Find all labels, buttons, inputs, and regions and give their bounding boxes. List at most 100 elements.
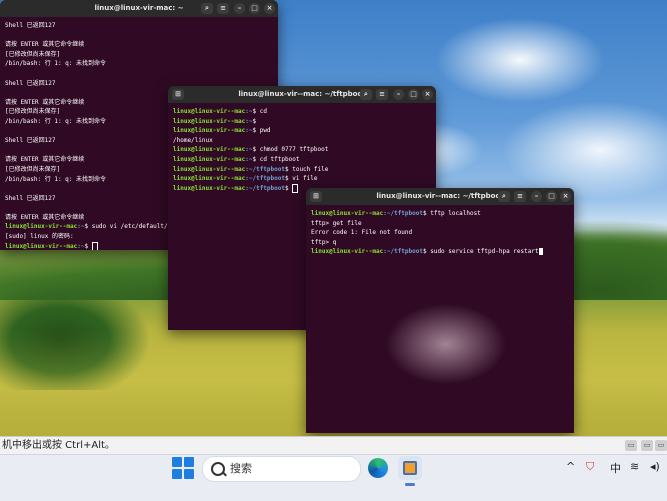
hint-text: 机中移出或按 Ctrl+Alt。 <box>2 440 115 451</box>
vm-release-hint-bar: 机中移出或按 Ctrl+Alt。 ▭ ▭ ▭ <box>0 436 667 455</box>
minimize-icon[interactable]: – <box>393 89 404 100</box>
terminal-window-tftp[interactable]: ⊞ linux@linux-vir--mac: ~/tftpboot ⌕ ≡ –… <box>306 188 574 433</box>
command-text: $ <box>252 117 257 125</box>
prompt-user: linux@linux-vir--mac <box>173 155 246 163</box>
maximize-icon[interactable]: □ <box>408 89 419 100</box>
prompt-user: linux@linux-vir--mac <box>173 165 246 173</box>
hamburger-menu-icon[interactable]: ≡ <box>217 3 229 14</box>
vmware-app-icon[interactable] <box>398 456 422 480</box>
search-icon[interactable]: ⌕ <box>360 89 372 100</box>
wifi-icon[interactable]: ≋ <box>630 460 639 473</box>
search-placeholder: 搜索 <box>230 462 252 475</box>
prompt-user: linux@linux-vir--mac <box>5 223 78 231</box>
new-tab-icon[interactable]: ⊞ <box>172 89 184 100</box>
terminal-output[interactable]: linux@linux-vir--mac:~$ cd linux@linux-vi… <box>168 103 436 197</box>
terminal-line: linux@linux-vir--mac:~$ pwd <box>173 126 431 136</box>
terminal-line: linux@linux-vir--mac:~$ <box>173 117 431 127</box>
close-icon[interactable]: × <box>422 89 433 100</box>
output-text: 请按 ENTER 或其它命令继续 <box>5 213 85 221</box>
command-text: $ vi file <box>285 175 318 183</box>
output-text: Shell 已返回127 <box>5 22 56 29</box>
command-text: $ cd tftpboot <box>252 155 300 163</box>
terminal-line: /bin/bash: 行 1: q: 未找到命令 <box>5 59 273 69</box>
text-cursor <box>538 248 543 256</box>
search-icon[interactable]: ⌕ <box>201 3 213 14</box>
prompt-user: linux@linux-vir--mac <box>173 175 246 183</box>
prompt-user: linux@linux-vir--mac <box>173 146 246 154</box>
window-title: linux@linux-vir--mac: ~/tftpboot <box>238 90 366 98</box>
prompt-user: linux@linux-vir--mac <box>173 117 246 125</box>
prompt-user: linux@linux-vir--mac <box>173 108 246 115</box>
output-text: Shell 已返回127 <box>5 194 56 202</box>
window-title: linux@linux-vir--mac: ~/tftpboot <box>376 192 504 200</box>
close-icon[interactable]: × <box>560 191 571 202</box>
terminal-line: /home/linux <box>173 136 431 146</box>
prompt-path: :~/tftpboot <box>383 210 423 217</box>
speaker-icon[interactable]: ◂) <box>650 460 660 473</box>
window-titlebar[interactable]: ⊞ linux@linux-vir--mac: ~/tftpboot ⌕ ≡ –… <box>306 188 574 205</box>
terminal-line: linux@linux-vir--mac:~/tftpboot$ tftp lo… <box>311 209 569 219</box>
terminal-line: linux@linux-vir--mac:~/tftpboot$ touch f… <box>173 165 431 175</box>
maximize-icon[interactable]: □ <box>249 3 260 14</box>
output-text: 请按 ENTER 或其它命令继续 <box>5 98 85 106</box>
output-text: tftp> get file <box>311 219 362 227</box>
output-text: /bin/bash: 行 1: q: 未找到命令 <box>5 60 107 68</box>
taskbar-search-box[interactable]: 搜索 <box>202 456 361 482</box>
prompt-user: linux@linux-vir--mac <box>311 248 384 256</box>
output-text: Error code 1: File not found <box>311 229 413 237</box>
output-text: Shell 已返回127 <box>5 79 56 87</box>
terminal-line: Error code 1: File not found <box>311 228 569 238</box>
vm-device-icon[interactable]: ▭ <box>641 440 653 451</box>
terminal-line: linux@linux-vir--mac:~$ cd <box>173 107 431 117</box>
output-text: /home/linux <box>173 136 213 144</box>
terminal-line: Shell 已返回127 <box>5 21 273 31</box>
command-text: $ chmod 0777 tftpboot <box>252 146 329 154</box>
terminal-line: linux@linux-vir--mac:~/tftpboot$ vi file <box>173 174 431 184</box>
prompt-user: linux@linux-vir--mac <box>173 127 246 135</box>
vm-device-icon[interactable]: ▭ <box>625 440 637 451</box>
window-titlebar[interactable]: ⊞ linux@linux-vir--mac: ~/tftpboot ⌕ ≡ –… <box>168 86 436 103</box>
new-tab-icon[interactable]: ⊞ <box>310 191 322 202</box>
prompt-user: linux@linux-vir--mac <box>311 210 384 217</box>
prompt-path: :~/tftpboot <box>245 175 285 183</box>
screen-glare <box>346 288 546 428</box>
output-text: [已修改但尚未保存] <box>5 165 61 173</box>
terminal-line: tftp> get file <box>311 219 569 229</box>
command-text: $ touch file <box>285 165 329 173</box>
terminal-line: linux@linux-vir--mac:~$ chmod 0777 tftpb… <box>173 145 431 155</box>
output-text: [已修改但尚未保存] <box>5 50 61 58</box>
hamburger-menu-icon[interactable]: ≡ <box>514 191 526 202</box>
maximize-icon[interactable]: □ <box>546 191 557 202</box>
output-text: [sudo] linux 的密码: <box>5 233 74 241</box>
close-icon[interactable]: × <box>264 3 275 14</box>
edge-browser-icon[interactable] <box>368 458 388 478</box>
command-text: $ pwd <box>252 127 271 135</box>
terminal-line: linux@linux-vir--mac:~/tftpboot$ sudo se… <box>311 247 569 257</box>
output-text: 请按 ENTER 或其它命令继续 <box>5 41 85 49</box>
minimize-icon[interactable]: – <box>234 3 245 14</box>
output-text: Shell 已返回127 <box>5 137 56 145</box>
hamburger-menu-icon[interactable]: ≡ <box>376 89 388 100</box>
command-text: $ <box>285 184 293 192</box>
minimize-icon[interactable]: – <box>531 191 542 202</box>
command-text: $ cd <box>252 108 267 115</box>
prompt-user: linux@linux-vir--mac <box>173 184 246 192</box>
terminal-line: [已修改但尚未保存] <box>5 50 273 60</box>
terminal-line: 请按 ENTER 或其它命令继续 <box>5 40 273 50</box>
text-cursor <box>91 241 98 250</box>
output-text: [已修改但尚未保存] <box>5 108 61 116</box>
tray-overflow-caret-icon[interactable]: ^ <box>566 460 575 473</box>
output-text: tftp> q <box>311 238 337 246</box>
vm-device-icon[interactable]: ▭ <box>655 440 667 451</box>
terminal-output[interactable]: linux@linux-vir--mac:~/tftpboot$ tftp lo… <box>306 205 574 261</box>
search-icon[interactable]: ⌕ <box>498 191 510 202</box>
input-method-indicator[interactable]: 中 <box>610 460 621 476</box>
prompt-path: :~/tftpboot <box>245 184 285 192</box>
window-titlebar[interactable]: linux@linux-vir-mac: ~ ⌕ ≡ – □ × <box>0 0 278 17</box>
text-cursor <box>292 183 299 193</box>
security-shield-icon[interactable]: ⛉ <box>586 460 594 474</box>
windows-start-icon[interactable] <box>172 457 194 479</box>
command-text: $ sudo service tftpd-hpa restart <box>423 248 539 256</box>
